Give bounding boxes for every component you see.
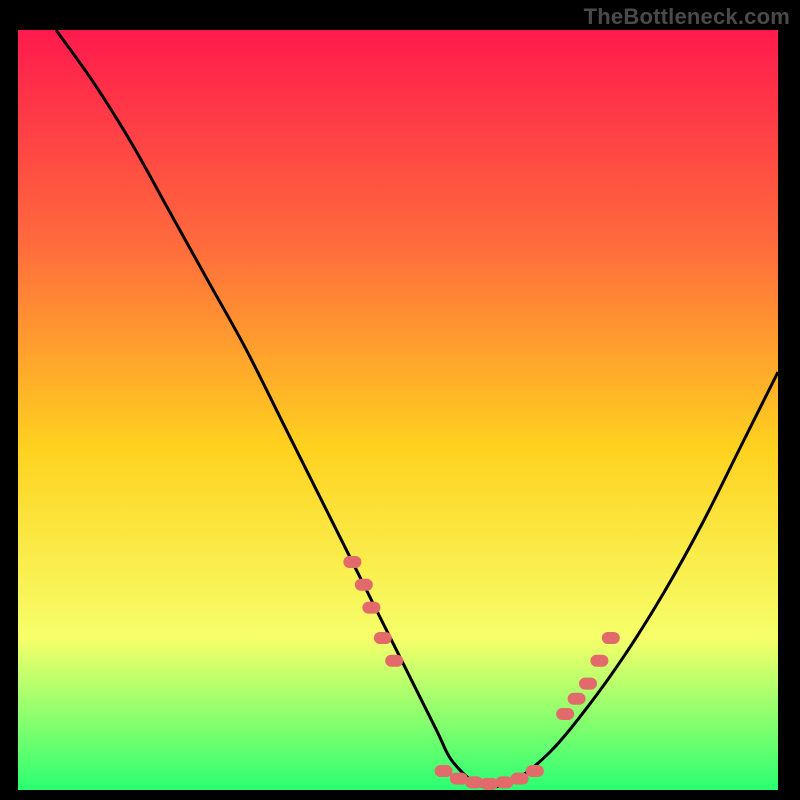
chart-frame — [18, 30, 778, 790]
watermark-text: TheBottleneck.com — [584, 4, 790, 30]
data-marker — [385, 655, 403, 667]
data-marker — [511, 773, 529, 785]
data-marker — [465, 776, 483, 788]
data-marker — [568, 693, 586, 705]
data-marker — [526, 765, 544, 777]
bottleneck-chart — [18, 30, 778, 790]
data-marker — [435, 765, 453, 777]
data-marker — [579, 678, 597, 690]
data-marker — [480, 778, 498, 790]
data-marker — [355, 579, 373, 591]
data-marker — [602, 632, 620, 644]
data-marker — [374, 632, 392, 644]
data-marker — [362, 602, 380, 614]
data-marker — [556, 708, 574, 720]
data-marker — [343, 556, 361, 568]
data-marker — [590, 655, 608, 667]
